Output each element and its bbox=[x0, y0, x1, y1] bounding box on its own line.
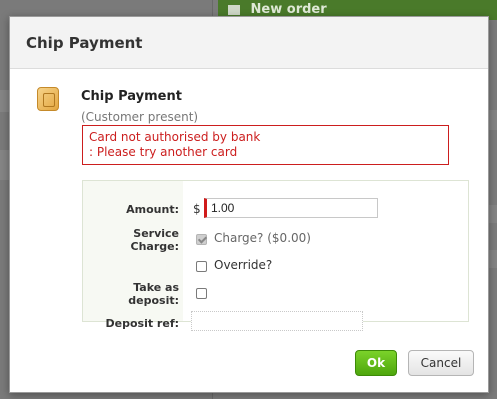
service-charge-label-line: Charge: bbox=[130, 240, 180, 253]
error-line: : Please try another card bbox=[89, 145, 238, 159]
service-charge-label: Service Charge: bbox=[83, 227, 180, 253]
take-deposit-checkbox[interactable] bbox=[196, 288, 207, 299]
error-message: Card not authorised by bank : Please try… bbox=[82, 125, 449, 165]
dialog-header: Chip Payment bbox=[10, 17, 488, 69]
override-checkbox[interactable] bbox=[196, 261, 207, 272]
cancel-button[interactable]: Cancel bbox=[408, 350, 474, 376]
background-tab bbox=[488, 205, 497, 223]
currency-symbol: $ bbox=[193, 202, 201, 216]
payment-form: Amount: $ Service Charge: Charge? ($0.00… bbox=[82, 180, 469, 331]
take-deposit-label-line: deposit: bbox=[128, 294, 179, 307]
amount-input[interactable] bbox=[204, 198, 378, 218]
deposit-ref-label: Deposit ref: bbox=[105, 317, 180, 330]
charge-label: Charge? ($0.00) bbox=[214, 231, 311, 245]
chip-card-icon bbox=[37, 87, 59, 111]
service-charge-label-line: Service bbox=[133, 227, 179, 240]
payment-subtitle: (Customer present) bbox=[81, 110, 199, 124]
deposit-ref-input[interactable] bbox=[191, 311, 363, 331]
dialog-title: Chip Payment bbox=[26, 33, 143, 52]
take-deposit-label-line: Take as bbox=[133, 281, 179, 294]
ok-button[interactable]: Ok bbox=[355, 350, 397, 376]
background-tab bbox=[0, 150, 9, 180]
background-tab bbox=[488, 250, 497, 268]
payment-title: Chip Payment bbox=[81, 89, 182, 104]
chip-payment-dialog: Chip Payment Chip Payment (Customer pres… bbox=[9, 16, 489, 393]
error-line: Card not authorised by bank bbox=[89, 130, 261, 144]
new-order-label: New order bbox=[250, 2, 327, 17]
edit-icon bbox=[228, 4, 240, 15]
amount-label: Amount: bbox=[126, 203, 179, 216]
override-label: Override? bbox=[214, 258, 273, 272]
background-tab bbox=[488, 110, 497, 130]
background-tab bbox=[0, 90, 9, 112]
charge-checkbox[interactable] bbox=[196, 234, 207, 245]
take-deposit-label: Take as deposit: bbox=[83, 281, 179, 307]
